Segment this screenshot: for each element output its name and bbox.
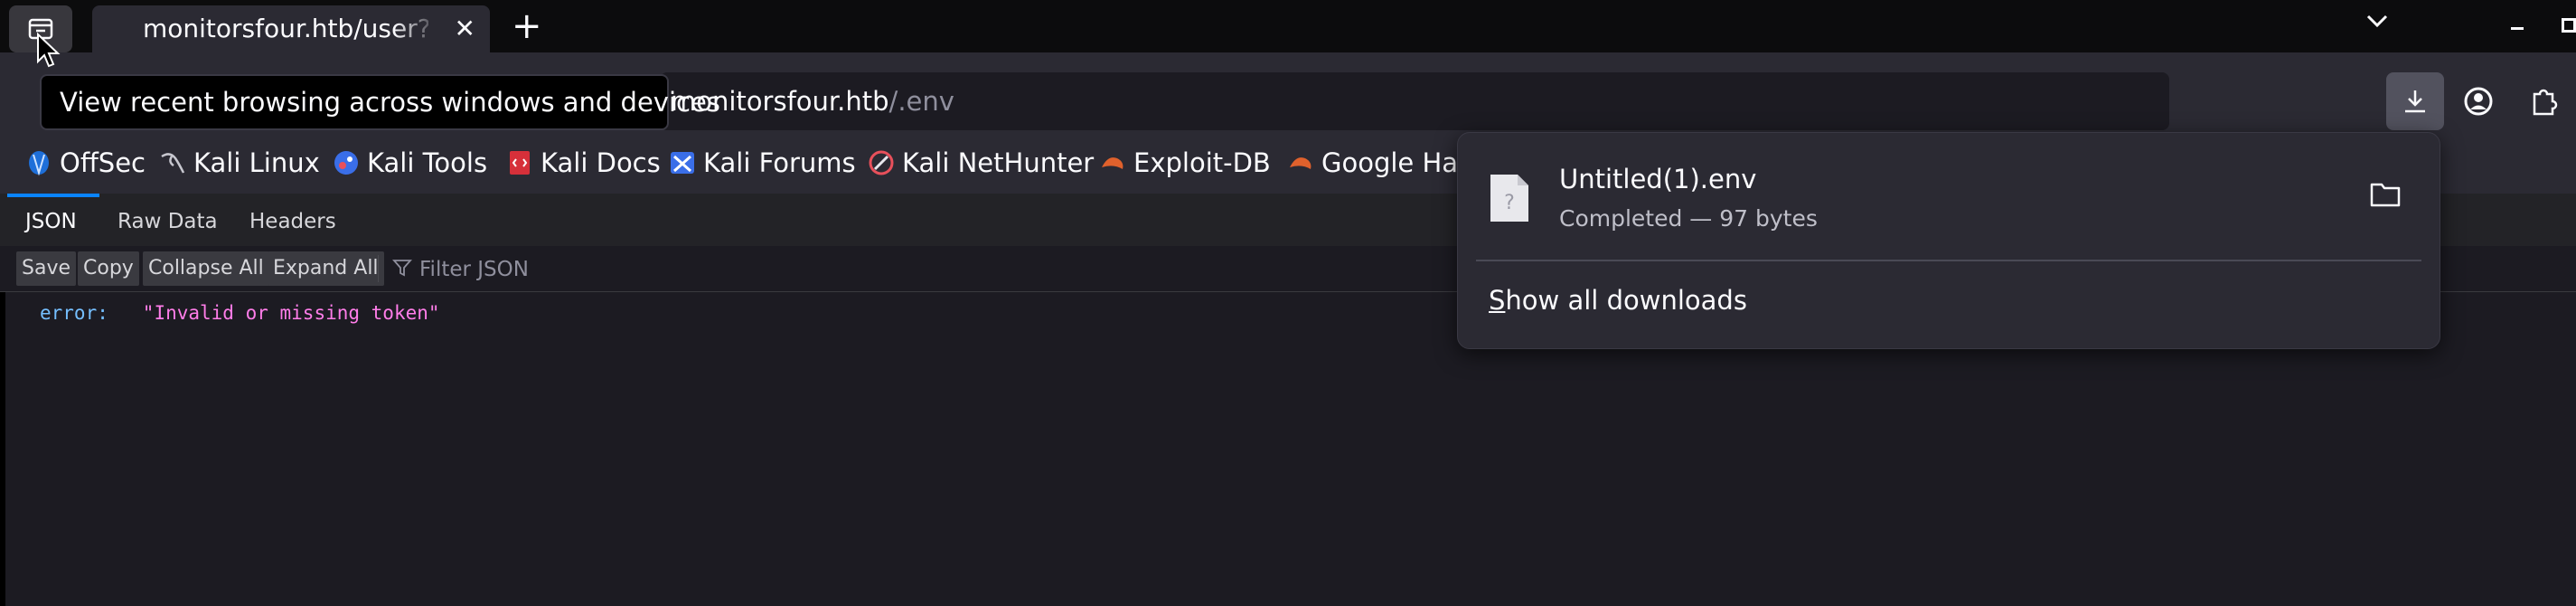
save-button[interactable]: Save xyxy=(16,251,77,286)
bookmark-kali-linux[interactable]: Kali Linux xyxy=(159,132,320,194)
filter-json-input[interactable]: Filter JSON xyxy=(419,248,529,291)
filter-icon xyxy=(392,260,412,277)
tab-headers[interactable]: Headers xyxy=(249,194,336,246)
toolbar-divider xyxy=(378,255,379,282)
active-tab-indicator xyxy=(7,194,99,197)
kali-docs-icon xyxy=(510,151,530,175)
bookmark-exploit-db[interactable]: Exploit-DB xyxy=(1099,132,1271,194)
bookmark-label: Kali Forums xyxy=(703,147,856,178)
bookmark-kali-nethunter[interactable]: Kali NetHunter xyxy=(868,132,1094,194)
offsec-icon xyxy=(29,151,49,176)
expand-all-button[interactable]: Expand All xyxy=(268,251,384,286)
bookmark-label: Kali Linux xyxy=(193,147,320,178)
tooltip: View recent browsing across windows and … xyxy=(40,74,720,130)
file-icon: ? xyxy=(1490,175,1528,222)
collapse-all-button[interactable]: Collapse All xyxy=(143,251,269,286)
bookmark-label: Kali Tools xyxy=(367,147,488,178)
downloads-panel: ? Untitled(1).env Completed — 97 bytes S… xyxy=(1457,132,2440,349)
panel-divider xyxy=(1476,260,2421,261)
bookmark-kali-tools[interactable]: Kali Tools xyxy=(333,132,487,194)
json-value: "Invalid or missing token" xyxy=(142,302,440,324)
extensions-icon[interactable] xyxy=(2525,83,2562,119)
download-icon xyxy=(2405,90,2425,113)
ghdb-icon xyxy=(1290,157,1312,169)
account-icon[interactable] xyxy=(2460,83,2496,119)
bookmark-kali-docs[interactable]: Kali Docs xyxy=(506,132,661,194)
show-all-label-rest: how all downloads xyxy=(1505,285,1747,316)
chevron-down-icon[interactable] xyxy=(2363,7,2392,36)
bookmark-label: Kali NetHunter xyxy=(902,147,1095,178)
tab-active[interactable]: monitorsfour.htb/user?token= ✕ xyxy=(92,5,490,52)
access-key-letter: S xyxy=(1489,285,1506,316)
copy-button[interactable]: Copy xyxy=(78,251,139,286)
json-row: error: "Invalid or missing token" xyxy=(40,295,440,331)
download-filename[interactable]: Untitled(1).env xyxy=(1559,164,1756,194)
folder-icon[interactable] xyxy=(2369,180,2402,209)
maximize-button[interactable] xyxy=(2562,18,2576,33)
new-tab-button[interactable]: + xyxy=(512,4,542,49)
svg-text:?: ? xyxy=(1504,192,1515,214)
bookmark-offsec[interactable]: OffSec xyxy=(25,132,146,194)
bookmark-kali-forums[interactable]: Kali Forums xyxy=(669,132,856,194)
bookmark-label: OffSec xyxy=(60,147,146,178)
tooltip-text: View recent browsing across windows and … xyxy=(60,87,720,118)
kali-forums-icon xyxy=(671,152,694,174)
kali-dragon-icon xyxy=(161,153,185,174)
nethunter-icon xyxy=(869,150,894,175)
minimize-button[interactable] xyxy=(2511,27,2524,30)
tab-close-icon[interactable]: ✕ xyxy=(455,5,475,52)
bookmark-label: Kali Docs xyxy=(541,147,661,178)
tab-title-fade xyxy=(394,11,439,47)
tab-json[interactable]: JSON xyxy=(25,194,77,246)
tab-title: monitorsfour.htb/user?token= xyxy=(143,14,428,43)
mouse-cursor-icon xyxy=(37,33,61,68)
downloads-button[interactable] xyxy=(2386,72,2444,130)
bookmark-label: Exploit-DB xyxy=(1133,147,1271,178)
tab-raw-data[interactable]: Raw Data xyxy=(118,194,218,246)
show-all-downloads-button[interactable]: Show all downloads xyxy=(1489,285,1747,316)
json-key: error: xyxy=(40,302,108,324)
download-status: Completed — 97 bytes xyxy=(1559,205,1818,232)
kali-tools-icon xyxy=(334,151,358,175)
exploit-db-icon xyxy=(1102,157,1123,169)
url-path: /.env xyxy=(888,86,954,117)
